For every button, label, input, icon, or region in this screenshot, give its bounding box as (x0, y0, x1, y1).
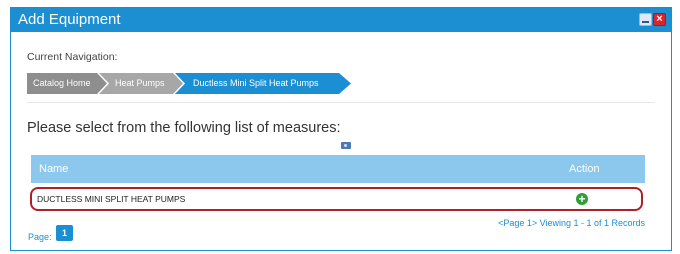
table-header: Name Action (31, 155, 645, 183)
dialog-content: Current Navigation: Catalog Home Heat Pu… (11, 32, 671, 252)
page-label: Page: (28, 232, 52, 242)
records-summary: <Page 1> Viewing 1 - 1 of 1 Records (498, 218, 645, 228)
dialog-title: Add Equipment (18, 11, 121, 28)
column-header-name: Name (39, 163, 69, 175)
breadcrumb-catalog-home[interactable]: Catalog Home (27, 73, 107, 94)
breadcrumb-heat-pumps[interactable]: Heat Pumps (99, 73, 183, 94)
add-equipment-dialog: Add Equipment × Current Navigation: Cata… (10, 7, 672, 251)
table-row[interactable]: DUCTLESS MINI SPLIT HEAT PUMPS + (30, 187, 643, 211)
add-icon[interactable]: + (576, 193, 588, 205)
page-1-button[interactable]: 1 (56, 225, 73, 241)
measure-name: DUCTLESS MINI SPLIT HEAT PUMPS (37, 194, 186, 204)
divider (27, 102, 655, 103)
dialog-titlebar: Add Equipment × (11, 8, 671, 32)
close-icon[interactable]: × (653, 13, 666, 26)
camera-icon[interactable] (341, 142, 351, 149)
breadcrumb-ductless-mini-split[interactable]: Ductless Mini Split Heat Pumps (175, 73, 351, 94)
minimize-icon[interactable] (639, 13, 652, 26)
column-header-action: Action (569, 163, 600, 175)
breadcrumb: Catalog Home Heat Pumps Ductless Mini Sp… (27, 73, 357, 94)
measures-heading: Please select from the following list of… (27, 120, 341, 136)
current-navigation-label: Current Navigation: (27, 51, 118, 63)
